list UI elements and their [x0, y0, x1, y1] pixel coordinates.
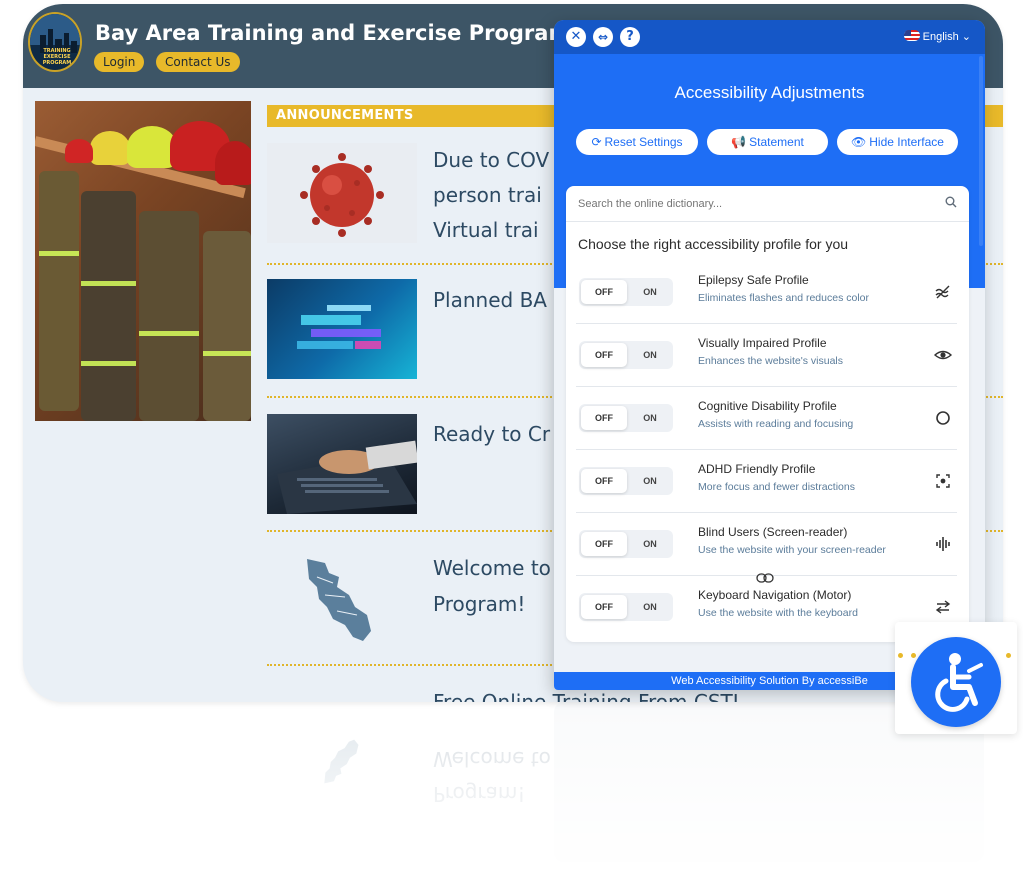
help-icon[interactable]: ?	[620, 27, 640, 47]
profile-description: More focus and fewer distractions	[698, 481, 855, 493]
announcement-title-1-line-1[interactable]: Due to COV	[433, 143, 549, 177]
statement-label: Statement	[749, 135, 804, 149]
profile-description: Assists with reading and focusing	[698, 418, 854, 430]
accessibility-launcher-button[interactable]	[911, 637, 1001, 727]
toggle-on[interactable]: ON	[629, 595, 671, 619]
covid-virus-thumbnail[interactable]	[267, 143, 417, 243]
profile-toggle[interactable]: OFF ON	[579, 404, 673, 432]
profile-cognitive-disability: OFF ON Cognitive Disability Profile Assis…	[576, 388, 957, 450]
panel-heading: Accessibility Adjustments	[674, 83, 865, 102]
us-flag-icon	[903, 30, 920, 41]
profile-description: Use the website with your screen-reader	[698, 544, 886, 556]
announcements-label: ANNOUNCEMENTS	[276, 108, 414, 123]
audio-wave-icon	[936, 537, 950, 551]
search-icon[interactable]	[945, 196, 957, 208]
stage: TRAINING EXERCISE PROGRAM Bay Area Train…	[0, 0, 1023, 892]
profile-name: ADHD Friendly Profile	[698, 462, 816, 476]
wave-strike-icon	[935, 285, 950, 299]
laptop-typing-thumbnail[interactable]	[267, 414, 417, 514]
profile-toggle[interactable]: OFF ON	[579, 467, 673, 495]
toggle-on[interactable]: ON	[629, 280, 671, 304]
profile-epilepsy-safe: OFF ON Epilepsy Safe Profile Eliminates f…	[576, 262, 957, 324]
wheelchair-icon	[935, 653, 983, 712]
toggle-on[interactable]: ON	[629, 406, 671, 430]
profile-name: Keyboard Navigation (Motor)	[698, 588, 852, 602]
toggle-off[interactable]: OFF	[581, 595, 627, 619]
digital-data-thumbnail[interactable]	[267, 279, 417, 379]
arrows-swap-icon	[935, 600, 951, 614]
reset-icon: ⟳	[591, 135, 602, 149]
dictionary-search-input[interactable]	[578, 195, 928, 213]
toggle-on[interactable]: ON	[629, 532, 671, 556]
toggle-on[interactable]: ON	[629, 469, 671, 493]
focus-target-icon	[936, 474, 950, 488]
accessibility-launcher-tab	[895, 622, 1017, 734]
profile-description: Use the website with the keyboard	[698, 607, 858, 619]
bay-area-map-thumbnail[interactable]	[267, 549, 417, 649]
profile-toggle[interactable]: OFF ON	[579, 530, 673, 558]
profile-name: Visually Impaired Profile	[698, 336, 827, 350]
panel-top-bar: ✕ ⇔ ? English ⌄	[554, 20, 985, 54]
close-icon[interactable]: ✕	[566, 27, 586, 47]
profile-description: Eliminates flashes and reduces color	[698, 292, 870, 304]
profile-name: Blind Users (Screen-reader)	[698, 525, 848, 539]
toggle-off[interactable]: OFF	[581, 532, 627, 556]
announcement-title-2[interactable]: Planned BA	[433, 283, 547, 317]
profile-visually-impaired: OFF ON Visually Impaired Profile Enhances…	[576, 325, 957, 387]
hero-photo-firefighter-gear	[35, 101, 251, 421]
reset-settings-button[interactable]: ⟳ Reset Settings	[576, 129, 698, 155]
statement-button[interactable]: 📢 Statement	[707, 129, 828, 155]
profiles-card: Choose the right accessibility profile f…	[566, 186, 969, 642]
megaphone-icon: 📢	[731, 135, 747, 149]
eye-icon	[933, 350, 953, 360]
accessibility-panel: ✕ ⇔ ? English ⌄ Accessibility Adjustment…	[554, 20, 985, 690]
announcement-title-1-line-2[interactable]: person trai	[433, 178, 542, 212]
profile-description: Enhances the website's visuals	[698, 355, 844, 367]
profile-name: Epilepsy Safe Profile	[698, 273, 809, 287]
reflection-fade	[0, 702, 1023, 892]
profile-toggle[interactable]: OFF ON	[579, 593, 673, 621]
site-logo[interactable]: TRAINING EXERCISE PROGRAM	[28, 12, 82, 72]
profile-name: Cognitive Disability Profile	[698, 399, 837, 413]
toggle-off[interactable]: OFF	[581, 280, 627, 304]
profile-blind-users: OFF ON Blind Users (Screen-reader) Use th…	[576, 514, 957, 576]
announcement-title-1-line-3[interactable]: Virtual trai	[433, 213, 539, 247]
toggle-off[interactable]: OFF	[581, 343, 627, 367]
move-panel-icon[interactable]: ⇔	[593, 27, 613, 47]
toggle-off[interactable]: OFF	[581, 469, 627, 493]
announcement-title-4-line-2[interactable]: Program!	[433, 587, 525, 621]
circle-icon	[936, 411, 950, 425]
hide-interface-label: Hide Interface	[869, 135, 944, 149]
toggle-on[interactable]: ON	[629, 343, 671, 367]
announcement-title-3[interactable]: Ready to Cr	[433, 417, 550, 451]
eye-icon: 👁	[851, 135, 867, 149]
announcement-title-4-line-1[interactable]: Welcome to	[433, 551, 551, 585]
login-button[interactable]: Login	[94, 52, 145, 72]
site-title: Bay Area Training and Exercise Program	[95, 21, 571, 45]
logo-text: TRAINING EXERCISE PROGRAM	[42, 48, 72, 66]
reset-settings-label: Reset Settings	[604, 135, 683, 149]
language-selector[interactable]: English ⌄	[903, 28, 971, 46]
language-label: English	[922, 31, 959, 43]
contact-us-button[interactable]: Contact Us	[156, 52, 240, 72]
profile-adhd-friendly: OFF ON ADHD Friendly Profile More focus a…	[576, 451, 957, 513]
profile-toggle[interactable]: OFF ON	[579, 341, 673, 369]
chevron-down-icon: ⌄	[961, 31, 971, 43]
choose-profile-label: Choose the right accessibility profile f…	[578, 236, 849, 252]
dictionary-search	[566, 186, 969, 222]
profile-toggle[interactable]: OFF ON	[579, 278, 673, 306]
toggle-off[interactable]: OFF	[581, 406, 627, 430]
hide-interface-button[interactable]: 👁 Hide Interface	[837, 129, 958, 155]
